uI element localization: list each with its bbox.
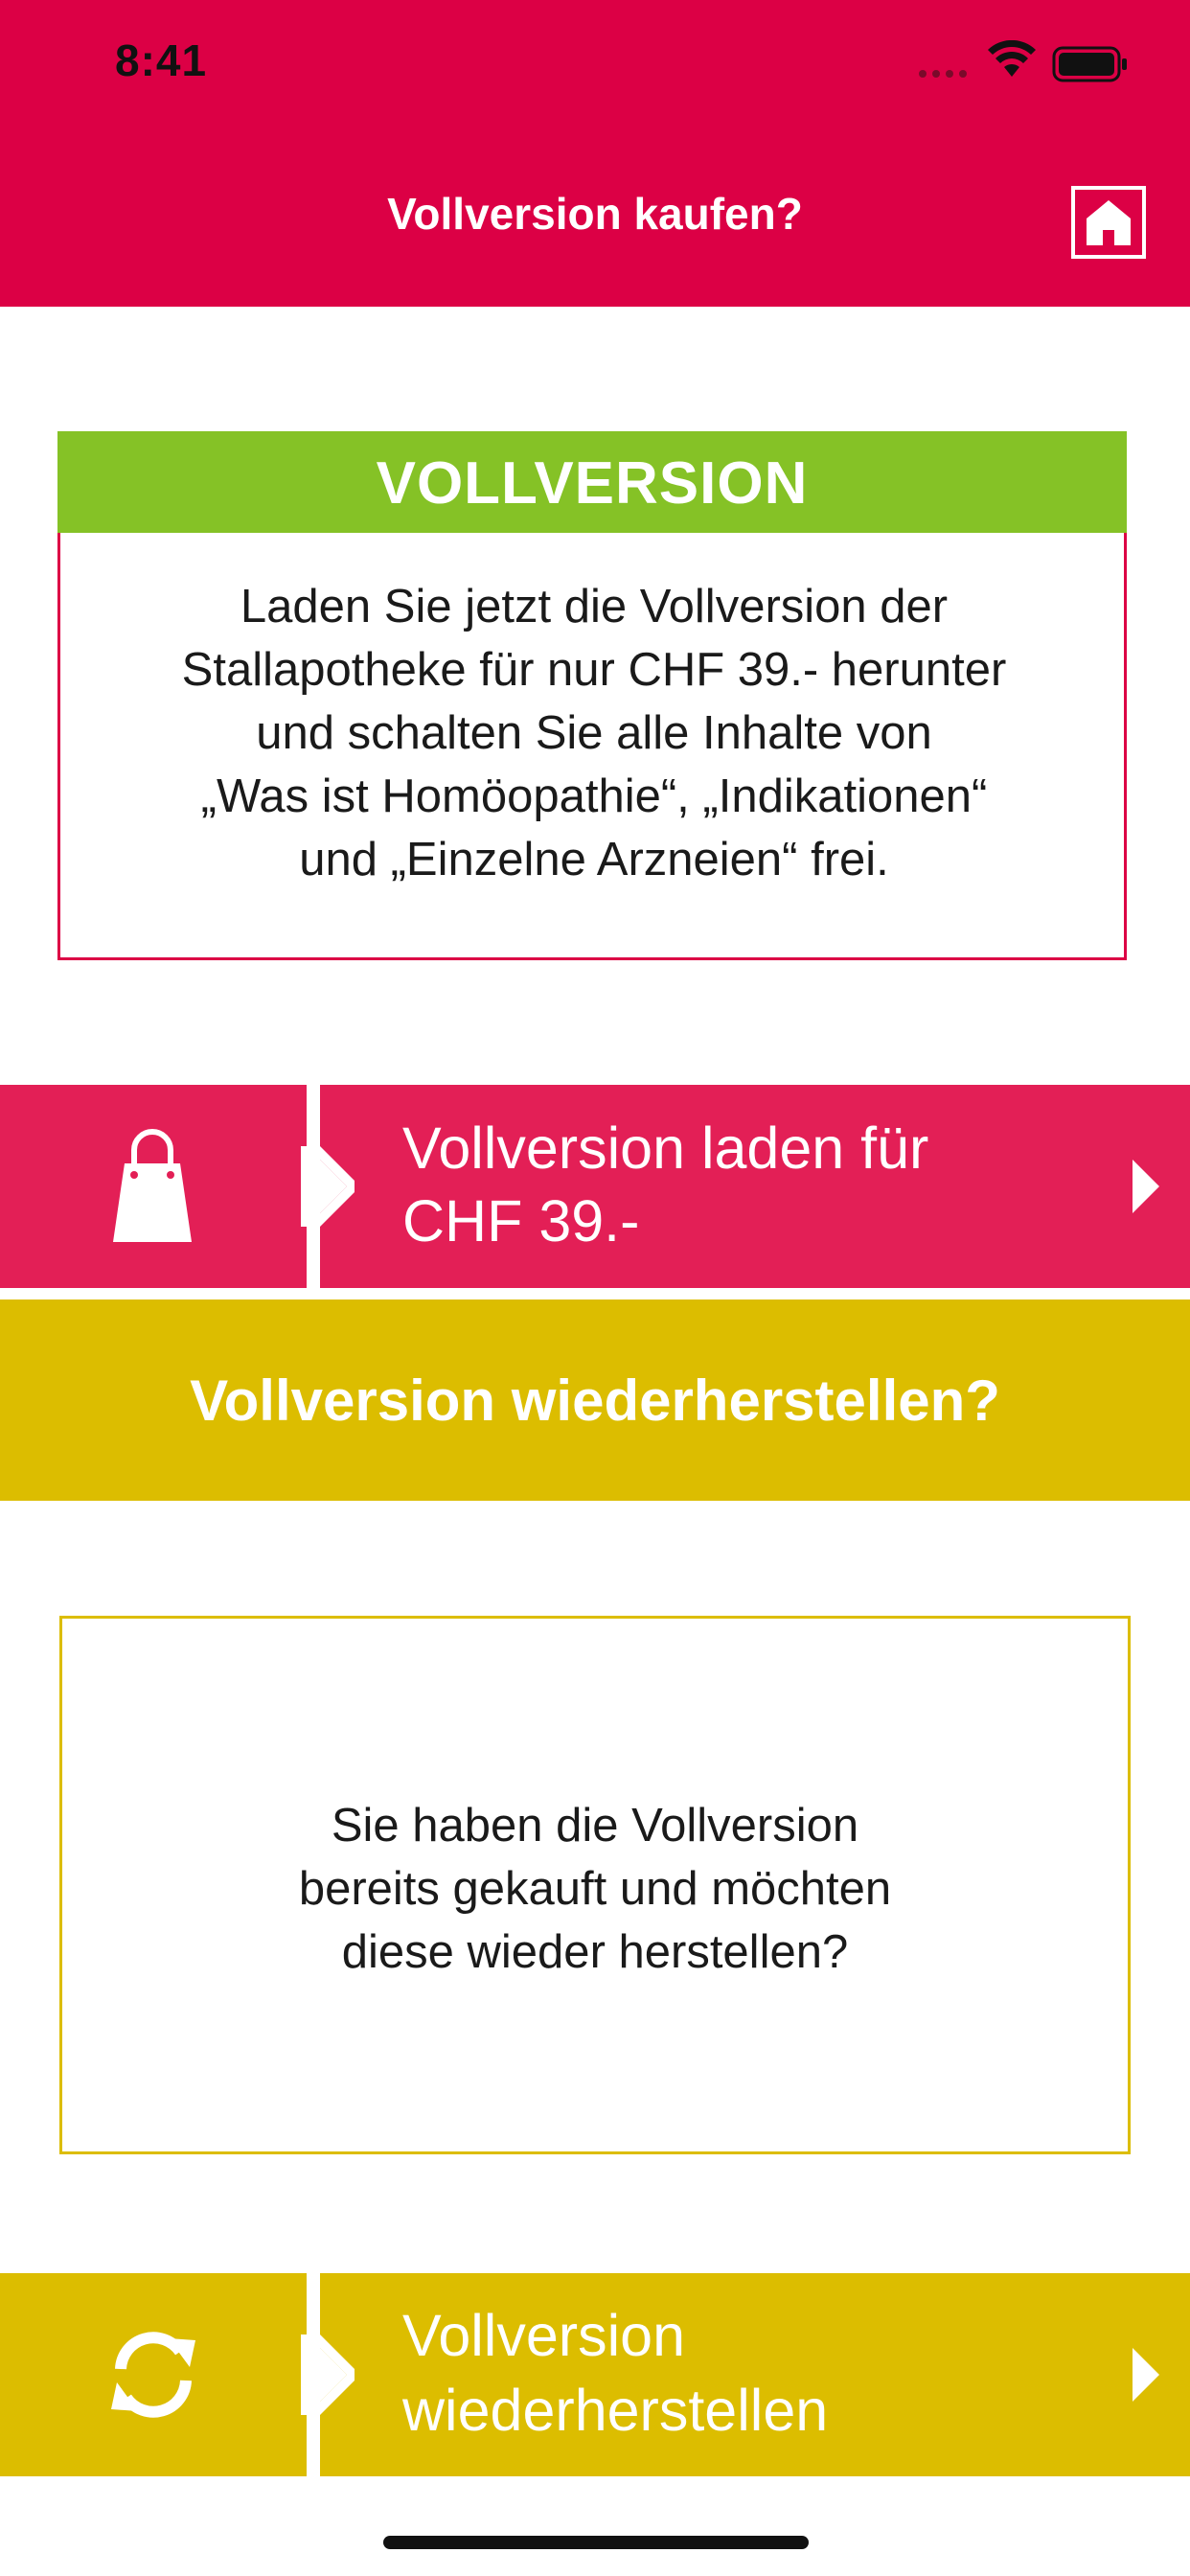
buy-label-line: Vollversion laden für xyxy=(402,1116,929,1181)
buy-button-label: Vollversion laden für CHF 39.- xyxy=(402,1112,1016,1257)
vollversion-heading: VOLLVERSION xyxy=(57,431,1127,535)
description-line: und „Einzelne Arzneien“ frei. xyxy=(299,834,889,886)
description-line: Laden Sie jetzt die Vollversion der xyxy=(240,581,949,632)
vollversion-description: Laden Sie jetzt die Vollversion der Stal… xyxy=(96,575,1092,891)
restore-heading: Vollversion wiederherstellen? xyxy=(0,1300,1190,1501)
restore-button-label: Vollversion wiederherstellen xyxy=(402,2298,1073,2448)
chevron-notch xyxy=(301,1146,355,1227)
sync-icon xyxy=(111,2332,195,2418)
buy-label-line: CHF 39.- xyxy=(402,1188,640,1254)
buy-icon-tile xyxy=(0,1085,307,1288)
description-line: und schalten Sie alle Inhalte von xyxy=(256,707,932,759)
page-title: Vollversion kaufen? xyxy=(387,189,803,239)
status-time: 8:41 xyxy=(115,35,208,85)
restore-line: Sie haben die Vollversion xyxy=(331,1800,859,1852)
description-line: „Was ist Homöopathie“, „Indikationen“ xyxy=(200,770,988,822)
buy-full-version-button[interactable]: Vollversion laden für CHF 39.- xyxy=(0,1085,1190,1288)
restore-label-line: Vollversion xyxy=(402,2303,685,2368)
restore-icon-tile xyxy=(0,2273,307,2476)
home-button[interactable] xyxy=(1071,186,1146,259)
home-indicator[interactable] xyxy=(383,2536,809,2549)
restore-line: bereits gekauft und möchten xyxy=(298,1863,892,1915)
app-header: 8:41 Vollversion kaufen? xyxy=(0,0,1190,307)
chevron-notch xyxy=(301,2334,355,2415)
play-arrow-icon xyxy=(1133,1160,1159,1213)
restore-full-version-button[interactable]: Vollversion wiederherstellen xyxy=(0,2273,1190,2476)
restore-line: diese wieder herstellen? xyxy=(341,1926,849,1978)
restore-description: Sie haben die Vollversion bereits gekauf… xyxy=(59,1794,1131,1984)
home-icon xyxy=(1087,200,1131,245)
wifi-icon xyxy=(988,40,1036,77)
description-line: Stallapotheke für nur CHF 39.- herunter xyxy=(181,644,1007,696)
restore-label-line: wiederherstellen xyxy=(402,2378,829,2443)
play-arrow-icon xyxy=(1133,2348,1159,2402)
shopping-bag-icon xyxy=(113,1129,192,1242)
cellular-signal-icon xyxy=(919,70,967,78)
battery-icon xyxy=(1052,46,1127,82)
